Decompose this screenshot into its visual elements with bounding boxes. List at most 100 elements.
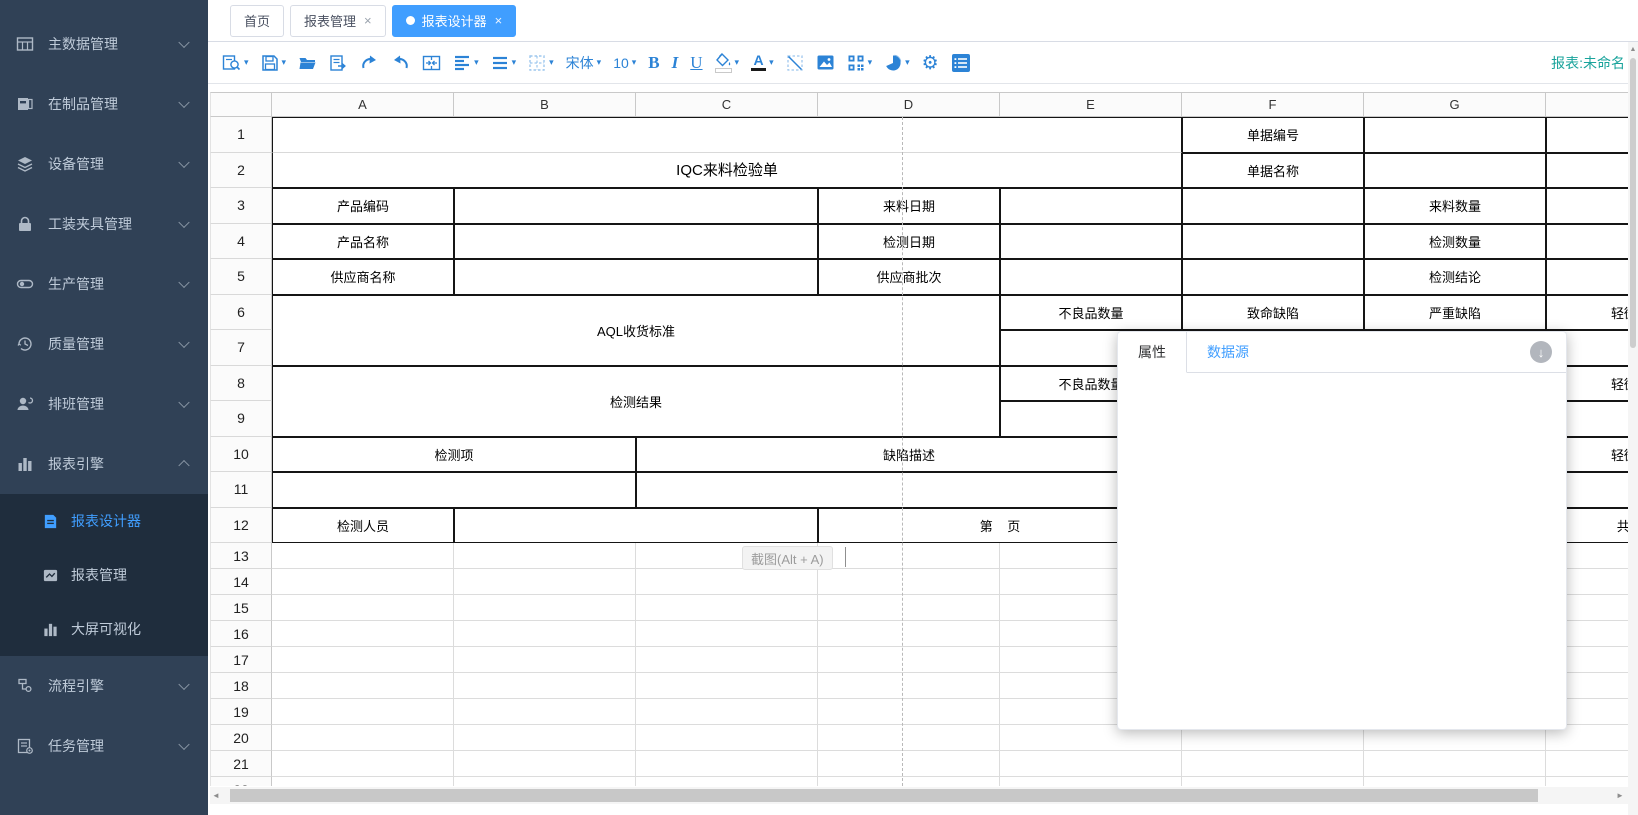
bold-button[interactable]: B: [643, 48, 664, 78]
column-header-f[interactable]: F: [1182, 92, 1364, 117]
horizontal-scroll-thumb[interactable]: [230, 789, 1538, 802]
cell-test-item-label[interactable]: 检测项: [272, 437, 636, 473]
list-view-button[interactable]: [946, 48, 976, 78]
qrcode-button[interactable]: ▾: [842, 48, 878, 78]
italic-button[interactable]: I: [667, 48, 684, 78]
cell-h5[interactable]: [1546, 259, 1628, 295]
close-icon[interactable]: ×: [495, 14, 503, 27]
cell-doc-name-value[interactable]: [1364, 153, 1546, 189]
underline-button[interactable]: U: [685, 48, 707, 78]
sidebar-item-quality[interactable]: 质量管理: [0, 314, 208, 374]
preview-button[interactable]: ▾: [217, 48, 254, 78]
cell-test-qty-label[interactable]: 检测数量: [1364, 224, 1546, 260]
cell-product-name-label[interactable]: 产品名称: [272, 224, 454, 260]
cell-h1[interactable]: [1546, 117, 1628, 153]
close-icon[interactable]: ×: [364, 14, 372, 27]
chart-button[interactable]: ▾: [879, 48, 915, 78]
cell-product-name-value[interactable]: [454, 224, 818, 260]
cell-supplier-batch-label[interactable]: 供应商批次: [818, 259, 1000, 295]
row-header[interactable]: 6: [210, 295, 272, 331]
cell-f5[interactable]: [1182, 259, 1364, 295]
cell-form-title[interactable]: IQC来料检验单: [272, 153, 1182, 189]
scroll-right-arrow[interactable]: ►: [1614, 791, 1626, 800]
cell-ce11[interactable]: [636, 472, 1182, 508]
cell-supplier-batch-value[interactable]: [1000, 259, 1182, 295]
column-header-a[interactable]: A: [272, 92, 454, 117]
row-header[interactable]: 14: [210, 569, 272, 595]
cell-test-result-label[interactable]: 检测结果: [272, 366, 1000, 437]
column-header-partial[interactable]: [1546, 92, 1628, 117]
row-header[interactable]: 17: [210, 647, 272, 673]
cell-ab11[interactable]: [272, 472, 636, 508]
select-all-corner[interactable]: [210, 92, 272, 117]
row-header[interactable]: 16: [210, 621, 272, 647]
borders-button[interactable]: ▾: [523, 48, 559, 78]
row-header[interactable]: 12: [210, 508, 272, 544]
row-header[interactable]: 4: [210, 224, 272, 260]
row-header[interactable]: 8: [210, 366, 272, 402]
row-header[interactable]: 15: [210, 595, 272, 621]
cell-supplier-name-value[interactable]: [454, 259, 818, 295]
cell-doc-no-value[interactable]: [1364, 117, 1546, 153]
row-header[interactable]: 20: [210, 725, 272, 751]
line-height-button[interactable]: ▾: [486, 48, 522, 78]
row-header[interactable]: 19: [210, 699, 272, 725]
cell-doc-no-label[interactable]: 单据编号: [1182, 117, 1364, 153]
row-header[interactable]: 21: [210, 751, 272, 777]
fill-color-button[interactable]: ▾: [710, 48, 745, 78]
row-header[interactable]: 10: [210, 437, 272, 473]
cell-incoming-date-label[interactable]: 来料日期: [818, 188, 1000, 224]
settings-button[interactable]: ⚙: [917, 48, 944, 78]
column-header-c[interactable]: C: [636, 92, 818, 117]
row-header[interactable]: 22: [210, 777, 272, 786]
sidebar-item-tooling[interactable]: 工装夹具管理: [0, 194, 208, 254]
cell-defective-qty-label[interactable]: 不良品数量: [1000, 295, 1182, 331]
row-header[interactable]: 9: [210, 401, 272, 437]
panel-tab-properties[interactable]: 属性: [1118, 332, 1187, 373]
column-header-b[interactable]: B: [454, 92, 636, 117]
cell-test-conclusion-label[interactable]: 检测结论: [1364, 259, 1546, 295]
cell-inspector-value[interactable]: [454, 508, 818, 544]
cell-test-date-label[interactable]: 检测日期: [818, 224, 1000, 260]
open-button[interactable]: [293, 48, 322, 78]
sidebar-item-wip[interactable]: 在制品管理: [0, 74, 208, 134]
font-size-select[interactable]: 10 ▾: [608, 48, 641, 78]
undo-button[interactable]: [386, 48, 415, 78]
column-header-d[interactable]: D: [818, 92, 1000, 117]
sidebar-item-process-engine[interactable]: 流程引擎: [0, 656, 208, 716]
cell-aql-standard-label[interactable]: AQL收货标准: [272, 295, 1000, 366]
sidebar-item-report-management[interactable]: 报表管理: [0, 548, 208, 602]
cell-incoming-date-value[interactable]: [1000, 188, 1182, 224]
cell-product-code-value[interactable]: [454, 188, 818, 224]
cell-f3[interactable]: [1182, 188, 1364, 224]
export-button[interactable]: [324, 48, 353, 78]
save-button[interactable]: ▾: [256, 48, 292, 78]
cell-f4[interactable]: [1182, 224, 1364, 260]
cell-defect-desc-label[interactable]: 缺陷描述: [636, 437, 1182, 473]
sidebar-item-dashboard-visualization[interactable]: 大屏可视化: [0, 602, 208, 656]
column-header-e[interactable]: E: [1000, 92, 1182, 117]
row-header[interactable]: 13: [210, 543, 272, 569]
cell-supplier-name-label[interactable]: 供应商名称: [272, 259, 454, 295]
scroll-up-arrow[interactable]: ▲: [1628, 46, 1638, 53]
row-header[interactable]: 18: [210, 673, 272, 699]
scroll-left-arrow[interactable]: ◄: [210, 791, 222, 800]
sidebar-item-equipment[interactable]: 设备管理: [0, 134, 208, 194]
row-header[interactable]: 2: [210, 153, 272, 189]
font-color-button[interactable]: A ▾: [746, 48, 779, 78]
vertical-scroll-thumb[interactable]: [1630, 58, 1636, 348]
cell-h2[interactable]: [1546, 153, 1628, 189]
cell-inspector-label[interactable]: 检测人员: [272, 508, 454, 544]
tab-home[interactable]: 首页: [230, 5, 284, 37]
sidebar-item-task-management[interactable]: 任务管理: [0, 716, 208, 776]
sidebar-item-report-engine[interactable]: 报表引擎: [0, 434, 208, 494]
tab-report-designer[interactable]: 报表设计器 ×: [392, 5, 517, 37]
cell-product-code-label[interactable]: 产品编码: [272, 188, 454, 224]
merge-cells-button[interactable]: [417, 48, 446, 78]
cell-incoming-qty-label[interactable]: 来料数量: [1364, 188, 1546, 224]
cell-test-date-value[interactable]: [1000, 224, 1182, 260]
panel-tab-datasource[interactable]: 数据源: [1187, 332, 1269, 372]
sidebar-item-production[interactable]: 生产管理: [0, 254, 208, 314]
cell-a1e1-empty[interactable]: [272, 117, 1182, 153]
sidebar-item-report-designer[interactable]: 报表设计器: [0, 494, 208, 548]
